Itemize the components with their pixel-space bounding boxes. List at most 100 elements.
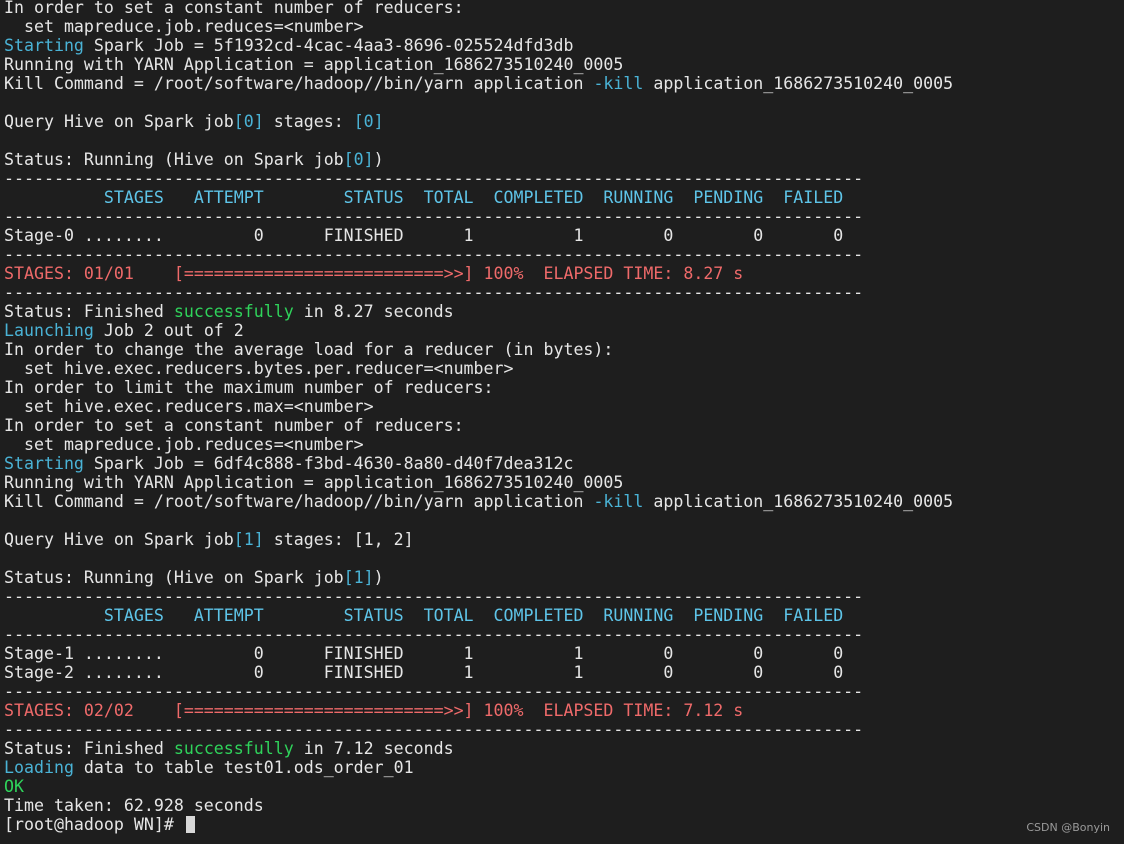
terminal-text: in 7.12 seconds (293, 739, 454, 758)
terminal-text: Query Hive on Spark job (4, 530, 234, 549)
terminal-text: Status: Finished (4, 302, 174, 321)
terminal-text: ----------------------------------------… (4, 625, 864, 644)
terminal-text: application_1686273510240_0005 (643, 492, 954, 511)
terminal-text: Running with YARN Application = applicat… (4, 473, 624, 492)
terminal-line: set hive.exec.reducers.bytes.per.reducer… (4, 359, 1120, 378)
terminal-text: ----------------------------------------… (4, 682, 864, 701)
terminal-text: Starting (4, 36, 84, 55)
terminal-line: In order to set a constant number of red… (4, 416, 1120, 435)
terminal-line: Starting Spark Job = 5f1932cd-4cac-4aa3-… (4, 36, 1120, 55)
terminal-line: Status: Running (Hive on Spark job[0]) (4, 150, 1120, 169)
terminal-text: Status: Finished (4, 739, 174, 758)
terminal-text: ----------------------------------------… (4, 207, 864, 226)
terminal-text: ) (373, 568, 384, 587)
terminal-text: ) (373, 150, 384, 169)
terminal-text: OK (4, 777, 24, 796)
terminal-line: In order to limit the maximum number of … (4, 378, 1120, 397)
terminal-text: set mapreduce.job.reduces=<number> (4, 17, 364, 36)
terminal-text: Query Hive on Spark job (4, 112, 234, 131)
terminal-line: Query Hive on Spark job[1] stages: [1, 2… (4, 530, 1120, 549)
terminal-text: Starting (4, 454, 84, 473)
terminal-line: Running with YARN Application = applicat… (4, 55, 1120, 74)
cursor-block (185, 816, 195, 833)
terminal-text: successfully (173, 739, 294, 758)
terminal-text: set hive.exec.reducers.max=<number> (4, 397, 374, 416)
terminal-line: Kill Command = /root/software/hadoop//bi… (4, 492, 1120, 511)
terminal-output[interactable]: In order to set a constant number of red… (4, 0, 1120, 844)
terminal-text: [0] (343, 150, 374, 169)
terminal-text: [0] (353, 112, 384, 131)
terminal-text: Spark Job = 5f1932cd-4cac-4aa3-8696-0255… (83, 36, 574, 55)
terminal-line: Launching Job 2 out of 2 (4, 321, 1120, 340)
terminal-text: Status: Running (Hive on Spark job (4, 568, 344, 587)
terminal-text: Time taken: 62.928 seconds (4, 796, 264, 815)
terminal-line: ----------------------------------------… (4, 245, 1120, 264)
terminal-text: data to table test01.ods_order_01 (73, 758, 414, 777)
terminal-text: In order to limit the maximum number of … (4, 378, 494, 397)
terminal-text: STAGES ATTEMPT STATUS TOTAL COMPLETED RU… (4, 606, 844, 625)
terminal-line: Stage-2 ........ 0 FINISHED 1 1 0 0 0 (4, 663, 1120, 682)
terminal-line: STAGES ATTEMPT STATUS TOTAL COMPLETED RU… (4, 606, 1120, 625)
terminal-line: set mapreduce.job.reduces=<number> (4, 435, 1120, 454)
terminal-text: Stage-0 ........ 0 FINISHED 1 1 0 0 0 (4, 226, 844, 245)
terminal-text: Launching (4, 321, 94, 340)
terminal-text: In order to change the average load for … (4, 340, 614, 359)
terminal-line: Stage-0 ........ 0 FINISHED 1 1 0 0 0 (4, 226, 1120, 245)
watermark: CSDN @Bonyin (1026, 821, 1110, 834)
terminal-line: set hive.exec.reducers.max=<number> (4, 397, 1120, 416)
terminal-line: set mapreduce.job.reduces=<number> (4, 17, 1120, 36)
terminal-text: [root@hadoop WN]# (4, 815, 184, 834)
terminal-text: STAGES: 01/01 [=========================… (4, 264, 744, 283)
terminal-line: In order to set a constant number of red… (4, 0, 1120, 17)
terminal-text: ----------------------------------------… (4, 283, 864, 302)
terminal-text: Running with YARN Application = applicat… (4, 55, 624, 74)
terminal-line: ----------------------------------------… (4, 169, 1120, 188)
terminal-line: ----------------------------------------… (4, 207, 1120, 226)
terminal-line: ----------------------------------------… (4, 720, 1120, 739)
terminal-text: successfully (173, 302, 294, 321)
terminal-line: Kill Command = /root/software/hadoop//bi… (4, 74, 1120, 93)
terminal-text: stages: [1, 2] (263, 530, 414, 549)
terminal-text: In order to set a constant number of red… (4, 416, 464, 435)
terminal-line: STAGES: 01/01 [=========================… (4, 264, 1120, 283)
terminal-text: Loading (4, 758, 74, 777)
terminal-line: Query Hive on Spark job[0] stages: [0] (4, 112, 1120, 131)
terminal-text: ----------------------------------------… (4, 587, 864, 606)
terminal-text: -kill (593, 74, 644, 93)
terminal-line: Status: Finished successfully in 7.12 se… (4, 739, 1120, 758)
terminal-line: In order to change the average load for … (4, 340, 1120, 359)
terminal-text: In order to set a constant number of red… (4, 0, 464, 17)
terminal-text: stages: (263, 112, 354, 131)
terminal-text: -kill (593, 492, 644, 511)
terminal-text: [1] (233, 530, 264, 549)
terminal-text: ----------------------------------------… (4, 720, 864, 739)
terminal-line: STAGES: 02/02 [=========================… (4, 701, 1120, 720)
terminal-line: Starting Spark Job = 6df4c888-f3bd-4630-… (4, 454, 1120, 473)
terminal-text: Kill Command = /root/software/hadoop//bi… (4, 74, 594, 93)
terminal-line: ----------------------------------------… (4, 682, 1120, 701)
terminal-text: [0] (233, 112, 264, 131)
terminal-line: ----------------------------------------… (4, 283, 1120, 302)
terminal-text: Spark Job = 6df4c888-f3bd-4630-8a80-d40f… (83, 454, 574, 473)
terminal-text: Stage-2 ........ 0 FINISHED 1 1 0 0 0 (4, 663, 844, 682)
terminal-text: STAGES: 02/02 [=========================… (4, 701, 744, 720)
terminal-text: Status: Running (Hive on Spark job (4, 150, 344, 169)
terminal-text: in 8.27 seconds (293, 302, 454, 321)
terminal-text: Kill Command = /root/software/hadoop//bi… (4, 492, 594, 511)
terminal-line: ----------------------------------------… (4, 587, 1120, 606)
terminal-text: set mapreduce.job.reduces=<number> (4, 435, 364, 454)
terminal-line: ----------------------------------------… (4, 625, 1120, 644)
terminal-text: STAGES ATTEMPT STATUS TOTAL COMPLETED RU… (4, 188, 844, 207)
terminal-line: Status: Finished successfully in 8.27 se… (4, 302, 1120, 321)
terminal-text: ----------------------------------------… (4, 169, 864, 188)
terminal-line: Stage-1 ........ 0 FINISHED 1 1 0 0 0 (4, 644, 1120, 663)
terminal-line: Running with YARN Application = applicat… (4, 473, 1120, 492)
terminal-line: OK (4, 777, 1120, 796)
terminal-line: Time taken: 62.928 seconds (4, 796, 1120, 815)
terminal-line: [root@hadoop WN]# (4, 815, 1120, 834)
terminal-text: ----------------------------------------… (4, 245, 864, 264)
